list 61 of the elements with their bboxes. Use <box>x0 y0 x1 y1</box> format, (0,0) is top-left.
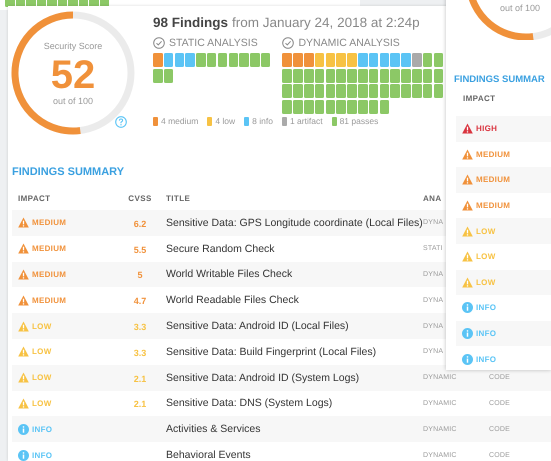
finding-title: Behavioral Events <box>166 449 252 461</box>
cvss-score: 6.2 <box>134 218 146 229</box>
cvss-score: 5 <box>137 270 142 280</box>
impact-label: HIGH <box>476 124 498 134</box>
cvss-score: 5.5 <box>134 244 146 255</box>
impact-label: LOW <box>476 226 496 236</box>
cvss-score: 3.3 <box>134 348 146 358</box>
finding-title: World Readable Files Check <box>166 294 300 306</box>
column-header: CVSS <box>127 194 153 202</box>
impact-label: MEDIUM <box>32 218 66 228</box>
section-title: FINDINGS SUMMAR <box>453 74 546 87</box>
cvss-score: 2.1 <box>134 399 146 410</box>
impact-label: LOW <box>32 347 52 356</box>
impact-label: INFO <box>32 424 52 434</box>
impact-label: MEDIUM <box>476 150 510 159</box>
impact-label: LOW <box>32 398 52 408</box>
impact-label: INFO <box>32 450 52 460</box>
column-header: IMPACT <box>17 194 52 202</box>
finding-title: Sensitive Data: Android ID (Local Files) <box>166 320 350 332</box>
impact-label: LOW <box>32 322 52 331</box>
finding-title: Secure Random Check <box>166 242 276 255</box>
score-value: 52 <box>50 53 96 97</box>
section-title: FINDINGS SUMMARY <box>12 166 124 180</box>
findings-count: 98 Findings <box>153 15 228 30</box>
score-scale: out of 100 <box>52 96 94 106</box>
legend-label: 4 medium <box>161 116 198 126</box>
cvss-score: 2.1 <box>134 374 146 384</box>
column-header: ANA <box>423 194 443 202</box>
column-header: TITLE <box>166 194 192 202</box>
finding-title: Activities & Services <box>166 423 262 436</box>
impact-label: INFO <box>476 354 496 364</box>
legend-label: 4 low <box>215 116 236 126</box>
findings-date: from January 24, 2018 at 2:24p <box>232 15 420 30</box>
cvss-score: 3.3 <box>134 322 146 332</box>
cvss-score: 4.7 <box>134 296 146 306</box>
impact-label: MEDIUM <box>32 296 66 305</box>
legend-label: 1 artifact <box>290 116 323 126</box>
finding-title: Sensitive Data: DNS (System Logs) <box>166 397 334 410</box>
analysis-title: DYNAMIC ANALYSIS <box>298 37 400 49</box>
help-icon[interactable] <box>115 116 127 128</box>
impact-label: LOW <box>476 278 496 287</box>
impact-label: INFO <box>476 303 496 312</box>
check-circle-icon <box>153 37 165 49</box>
impact-label: LOW <box>476 252 496 262</box>
check-circle-icon <box>282 37 294 49</box>
impact-label: INFO <box>476 329 496 338</box>
finding-title: Sensitive Data: Build Fingerprint (Local Files) <box>166 346 378 358</box>
impact-label: MEDIUM <box>476 201 510 210</box>
score-label: Security Score <box>42 41 104 51</box>
analysis-title: STATIC ANALYSIS <box>169 37 258 49</box>
impact-label: MEDIUM <box>476 175 510 184</box>
legend-label: 8 info <box>252 116 273 126</box>
impact-label: LOW <box>32 373 52 382</box>
legend-label: 81 passes <box>340 116 378 126</box>
finding-title: Sensitive Data: GPS Longitude coordinate (Local Files) <box>166 216 423 229</box>
finding-title: Sensitive Data: Android ID (System Logs) <box>166 372 360 384</box>
column-header: IMPACT <box>462 93 496 105</box>
impact-label: MEDIUM <box>32 270 66 279</box>
impact-label: MEDIUM <box>32 244 66 254</box>
score-scale: out of 100 <box>500 3 540 13</box>
finding-title: World Writable Files Check <box>166 268 294 280</box>
